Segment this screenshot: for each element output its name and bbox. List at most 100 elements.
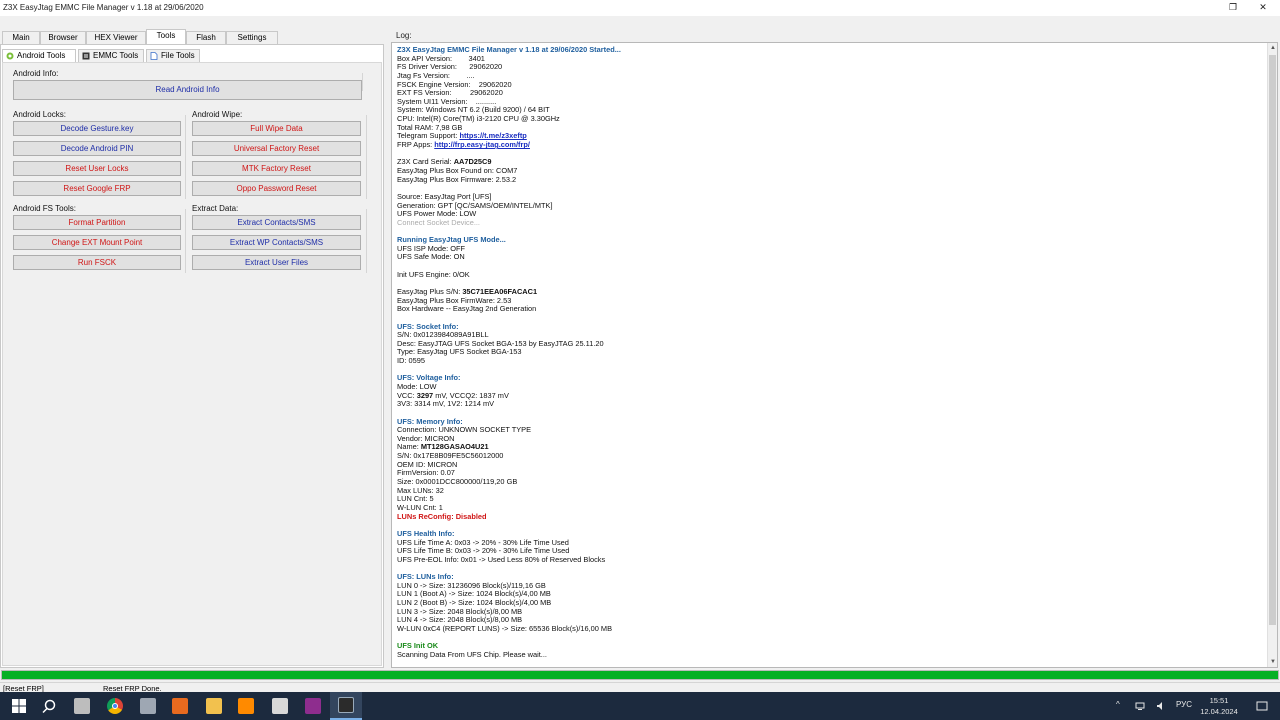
log-line: Size: 0x0001DCC800000/119,20 GB [397, 477, 518, 487]
tab-hex-viewer[interactable]: HEX Viewer [86, 31, 146, 44]
group-title-android-fs: Android FS Tools: [13, 204, 78, 213]
log-line: EXT FS Version: 29062020 [397, 88, 503, 98]
tab-tools[interactable]: Tools [146, 29, 186, 44]
clock[interactable]: 15:51 12.04.2024 [1194, 695, 1244, 717]
log-line: S/N: 0x17E8B09FE5C56012000 [397, 451, 504, 461]
group-border [366, 209, 367, 273]
log-line: EasyJtag Plus Box Firmware: 2.53.2 [397, 174, 517, 184]
log-line: Max LUNs: 32 [397, 485, 444, 495]
log-line: Running EasyJtag UFS Mode... [397, 235, 506, 245]
decode-android-pin-button[interactable]: Decode Android PIN [13, 141, 181, 156]
tab-main[interactable]: Main [2, 31, 40, 44]
search-icon-glyph [41, 698, 57, 714]
log-line: LUN 3 -> Size: 2048 Block(s)/8,00 MB [397, 606, 523, 616]
scrollbar-thumb[interactable] [1269, 55, 1276, 625]
volume-icon[interactable] [1156, 701, 1166, 711]
log-line: UFS Power Mode: LOW [397, 209, 477, 219]
search-icon[interactable] [33, 692, 65, 720]
windows-start-icon[interactable] [3, 692, 35, 720]
group-border [366, 115, 367, 199]
subtab-android-tools[interactable]: Android Tools [2, 49, 76, 62]
log-line: Generation: GPT [QC/SAMS/OEM/INTEL/MTK] [397, 200, 553, 210]
tab-browser[interactable]: Browser [40, 31, 86, 44]
log-text[interactable]: Z3X EasyJtag EMMC File Manager v 1.18 at… [397, 46, 1262, 666]
universal-factory-reset-button[interactable]: Universal Factory Reset [192, 141, 361, 156]
log-line: FS Driver Version: 29062020 [397, 62, 503, 72]
decode-gesture-button[interactable]: Decode Gesture.key [13, 121, 181, 136]
file-icon [150, 52, 158, 60]
notifications-icon[interactable] [1256, 700, 1268, 712]
mtk-factory-reset-button[interactable]: MTK Factory Reset [192, 161, 361, 176]
format-partition-button[interactable]: Format Partition [13, 215, 181, 230]
status-bar: [Reset FRP] Reset FRP Done. [0, 682, 1280, 693]
android-icon [6, 52, 14, 60]
extract-user-files-button[interactable]: Extract User Files [192, 255, 361, 270]
log-line: Mode: LOW [397, 381, 437, 391]
log-line: Jtag Fs Version: .... [397, 70, 475, 80]
reset-user-locks-button[interactable]: Reset User Locks [13, 161, 181, 176]
file-explorer-icon[interactable] [198, 692, 230, 720]
log-line: UFS: Voltage Info: [397, 373, 461, 383]
log-line: Box API Version: 3401 [397, 53, 485, 63]
progress-fill [2, 671, 1278, 679]
tray-chevron-icon[interactable]: ^ [1116, 700, 1120, 709]
log-line: Desc: EasyJTAG UFS Socket BGA-153 by Eas… [397, 338, 604, 348]
log-line: Z3X Card Serial: AA7D25C9 [397, 157, 492, 167]
z3x-app-icon-glyph [74, 698, 90, 714]
oppo-password-reset-button[interactable]: Oppo Password Reset [192, 181, 361, 196]
log-line: Connection: UNKNOWN SOCKET TYPE [397, 425, 532, 435]
run-fsck-button[interactable]: Run FSCK [13, 255, 181, 270]
usb-tool-icon[interactable] [132, 692, 164, 720]
log-link[interactable]: http://frp.easy-jtag.com/frp/ [434, 140, 530, 149]
read-android-info-button[interactable]: Read Android Info [13, 80, 362, 100]
network-icon[interactable] [1135, 701, 1145, 711]
change-ext-mount-point-button[interactable]: Change EXT Mount Point [13, 235, 181, 250]
log-line: EasyJtag Plus Box Found on: COM7 [397, 165, 518, 175]
full-wipe-data-button[interactable]: Full Wipe Data [192, 121, 361, 136]
tab-settings[interactable]: Settings [226, 31, 278, 44]
winrar-icon[interactable] [297, 692, 329, 720]
tab-flash[interactable]: Flash [186, 31, 226, 44]
firefox-icon-glyph [238, 698, 254, 714]
subtab-file-tools[interactable]: File Tools [146, 49, 200, 62]
extract-wp-contacts-sms-button[interactable]: Extract WP Contacts/SMS [192, 235, 361, 250]
log-panel[interactable]: Z3X EasyJtag EMMC File Manager v 1.18 at… [391, 42, 1278, 668]
group-title-android-wipe: Android Wipe: [192, 110, 245, 119]
z3x-app-icon[interactable] [66, 692, 98, 720]
firefox-icon[interactable] [230, 692, 262, 720]
log-link[interactable]: https://t.me/z3xeftp [459, 131, 526, 141]
restore-button[interactable]: ❐ [1220, 0, 1246, 14]
usb-tool-icon-glyph [140, 698, 156, 714]
log-scrollbar[interactable]: ▲ ▼ [1267, 43, 1277, 667]
log-line: CPU: Intel(R) Core(TM) i3-2120 CPU @ 3.3… [397, 114, 560, 124]
log-line: LUN Cnt: 5 [397, 494, 434, 504]
flash-tool-icon[interactable] [164, 692, 196, 720]
reset-google-frp-button[interactable]: Reset Google FRP [13, 181, 181, 196]
language-indicator[interactable]: РУС [1176, 700, 1192, 709]
scroll-up-icon[interactable]: ▲ [1268, 43, 1278, 53]
progress-bar [1, 670, 1279, 680]
close-button[interactable]: ✕ [1250, 0, 1276, 14]
subtab-emmc-tools[interactable]: EMMC Tools [78, 49, 144, 62]
chrome-icon-glyph [107, 698, 123, 714]
log-line: Z3X EasyJtag EMMC File Manager v 1.18 at… [397, 46, 621, 54]
log-line: Connect Socket Device... [397, 217, 480, 227]
group-border [362, 73, 363, 91]
storage-app-icon[interactable] [264, 692, 296, 720]
log-line: Box Hardware -- EasyJtag 2nd Generation [397, 304, 537, 314]
scroll-down-icon[interactable]: ▼ [1268, 657, 1278, 667]
extract-contacts-sms-button[interactable]: Extract Contacts/SMS [192, 215, 361, 230]
easyjtag-icon[interactable] [330, 692, 362, 720]
group-title-android-info: Android Info: [13, 69, 61, 78]
group-title-extract-data: Extract Data: [192, 204, 241, 213]
log-line: Vendor: MICRON [397, 433, 455, 443]
storage-app-icon-glyph [272, 698, 288, 714]
chrome-icon[interactable] [99, 692, 131, 720]
